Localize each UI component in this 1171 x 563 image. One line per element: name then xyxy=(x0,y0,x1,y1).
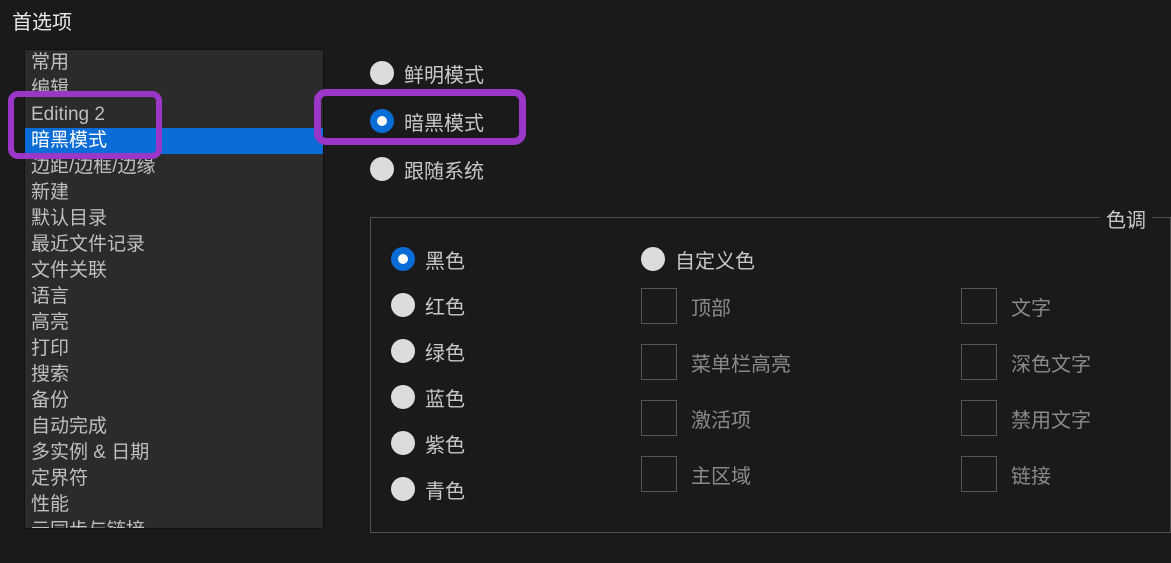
sidebar-item-new[interactable]: 新建 xyxy=(25,180,323,206)
sidebar-item-editing2[interactable]: Editing 2 xyxy=(25,102,323,128)
radio-icon xyxy=(391,431,415,455)
swatch-darktext[interactable] xyxy=(961,344,997,380)
content-panel: 鲜明模式 暗黑模式 跟随系统 色调 黑色 红 xyxy=(324,49,1171,533)
page-title: 首选项 xyxy=(0,0,1171,49)
sidebar: 常用 编辑 Editing 2 暗黑模式 边距/边框/边缘 新建 默认目录 最近… xyxy=(24,49,324,529)
sidebar-item-multiinstance[interactable]: 多实例 & 日期 xyxy=(25,440,323,466)
swatch-link[interactable] xyxy=(961,456,997,492)
tint-fieldset: 色调 黑色 红色 绿色 xyxy=(370,217,1171,533)
radio-icon xyxy=(370,109,394,133)
swatch-label: 激活项 xyxy=(691,404,791,433)
radio-label: 红色 xyxy=(425,291,465,320)
radio-icon xyxy=(391,477,415,501)
swatch-label: 链接 xyxy=(1011,460,1091,489)
radio-label: 青色 xyxy=(425,475,465,504)
tint-color-radios: 黑色 红色 绿色 蓝色 xyxy=(391,236,641,512)
mode-radio-dark[interactable]: 暗黑模式 xyxy=(370,97,1171,145)
sidebar-item-language[interactable]: 语言 xyxy=(25,284,323,310)
sidebar-item-print[interactable]: 打印 xyxy=(25,336,323,362)
sidebar-item-delimiter[interactable]: 定界符 xyxy=(25,466,323,492)
radio-icon xyxy=(391,339,415,363)
swatch-col-b: 文字 深色文字 禁用文字 链接 xyxy=(961,288,1091,492)
sidebar-item-darkmode[interactable]: 暗黑模式 xyxy=(25,128,323,154)
sidebar-item-cloudlink[interactable]: 云同步与链接 xyxy=(25,518,323,529)
mode-radio-light[interactable]: 鲜明模式 xyxy=(370,49,1171,97)
swatch-label: 禁用文字 xyxy=(1011,404,1091,433)
swatch-menubar[interactable] xyxy=(641,344,677,380)
sidebar-item-common[interactable]: 常用 xyxy=(25,50,323,76)
tint-radio-purple[interactable]: 紫色 xyxy=(391,420,641,466)
swatch-text[interactable] xyxy=(961,288,997,324)
swatch-top[interactable] xyxy=(641,288,677,324)
radio-label: 紫色 xyxy=(425,429,465,458)
radio-label: 跟随系统 xyxy=(404,155,484,184)
radio-label: 暗黑模式 xyxy=(404,107,484,136)
radio-label: 自定义色 xyxy=(675,245,755,274)
tint-radio-cyan[interactable]: 青色 xyxy=(391,466,641,512)
radio-icon xyxy=(391,385,415,409)
sidebar-item-autocomplete[interactable]: 自动完成 xyxy=(25,414,323,440)
sidebar-item-backup[interactable]: 备份 xyxy=(25,388,323,414)
sidebar-item-recent[interactable]: 最近文件记录 xyxy=(25,232,323,258)
swatch-label: 顶部 xyxy=(691,292,791,321)
sidebar-item-highlight[interactable]: 高亮 xyxy=(25,310,323,336)
swatch-label: 深色文字 xyxy=(1011,348,1091,377)
radio-label: 鲜明模式 xyxy=(404,59,484,88)
radio-icon xyxy=(641,247,665,271)
radio-label: 黑色 xyxy=(425,245,465,274)
body-area: 常用 编辑 Editing 2 暗黑模式 边距/边框/边缘 新建 默认目录 最近… xyxy=(0,49,1171,533)
sidebar-item-fileassoc[interactable]: 文件关联 xyxy=(25,258,323,284)
swatch-disabled[interactable] xyxy=(961,400,997,436)
sidebar-item-search[interactable]: 搜索 xyxy=(25,362,323,388)
tint-radio-green[interactable]: 绿色 xyxy=(391,328,641,374)
swatch-label: 菜单栏高亮 xyxy=(691,348,791,377)
swatch-label: 文字 xyxy=(1011,292,1091,321)
radio-label: 绿色 xyxy=(425,337,465,366)
sidebar-item-defaultdir[interactable]: 默认目录 xyxy=(25,206,323,232)
sidebar-item-margins[interactable]: 边距/边框/边缘 xyxy=(25,154,323,180)
swatch-col-a: 顶部 菜单栏高亮 激活项 主区域 xyxy=(641,288,791,492)
tint-radio-red[interactable]: 红色 xyxy=(391,282,641,328)
sidebar-item-edit[interactable]: 编辑 xyxy=(25,76,323,102)
tint-legend: 色调 xyxy=(1100,204,1152,233)
tint-radio-blue[interactable]: 蓝色 xyxy=(391,374,641,420)
radio-icon xyxy=(391,293,415,317)
radio-label: 蓝色 xyxy=(425,383,465,412)
tint-custom-area: 自定义色 顶部 菜单栏高亮 激活项 主区域 文字 深色文字 禁用文字 xyxy=(641,236,1150,512)
sidebar-item-performance[interactable]: 性能 xyxy=(25,492,323,518)
swatch-label: 主区域 xyxy=(691,460,791,489)
radio-icon xyxy=(391,247,415,271)
tint-radio-black[interactable]: 黑色 xyxy=(391,236,641,282)
swatch-mainarea[interactable] xyxy=(641,456,677,492)
radio-icon xyxy=(370,61,394,85)
mode-radio-system[interactable]: 跟随系统 xyxy=(370,145,1171,193)
radio-icon xyxy=(370,157,394,181)
swatch-active[interactable] xyxy=(641,400,677,436)
tint-radio-custom[interactable]: 自定义色 xyxy=(641,236,1150,282)
